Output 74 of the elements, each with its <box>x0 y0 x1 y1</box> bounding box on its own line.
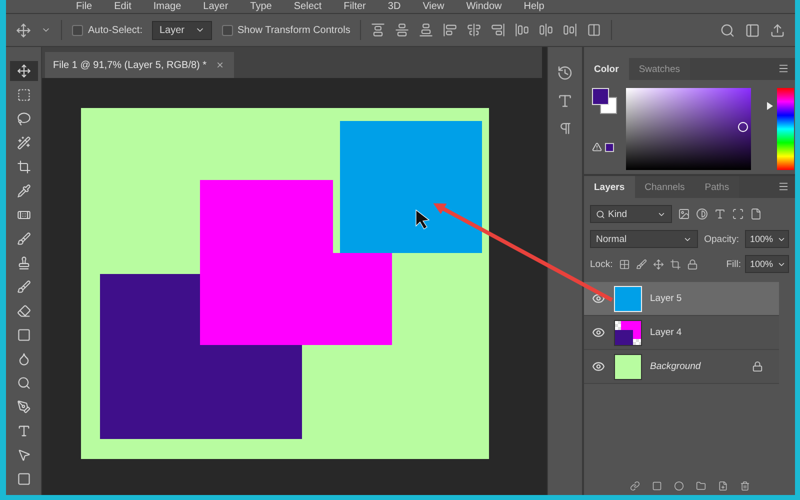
menu-item[interactable]: Window <box>466 1 502 12</box>
menu-item[interactable]: Help <box>524 1 544 12</box>
menu-item[interactable]: 3D <box>388 1 401 12</box>
menu-item[interactable]: Edit <box>114 1 132 12</box>
hue-slider[interactable] <box>767 88 794 170</box>
menu-item[interactable]: View <box>422 1 444 12</box>
align-icon[interactable] <box>587 23 602 37</box>
lock-pixels-icon[interactable] <box>618 258 630 270</box>
adjustment-filter-icon[interactable] <box>696 208 708 220</box>
lock-brush-icon[interactable] <box>636 258 647 270</box>
menu-item[interactable]: Select <box>294 1 322 12</box>
move-icon[interactable] <box>16 22 31 38</box>
layer-name: Layer 4 <box>650 327 683 338</box>
align-icon[interactable] <box>371 23 386 37</box>
panel-tab[interactable]: Layers <box>584 176 635 198</box>
search-icon <box>596 210 605 218</box>
auto-select-checkbox[interactable]: Auto-Select: <box>72 24 142 36</box>
shape-filter-icon[interactable] <box>732 208 744 220</box>
lock-label: Lock: <box>590 258 613 270</box>
target-dropdown[interactable]: Layer <box>152 20 212 40</box>
align-icon[interactable] <box>395 23 410 37</box>
history-icon[interactable] <box>557 65 573 81</box>
share-icon[interactable] <box>770 22 785 38</box>
link-icon[interactable] <box>630 481 640 493</box>
fill-label: Fill: <box>726 258 741 270</box>
lock-position-icon[interactable] <box>652 258 664 270</box>
layer-row[interactable]: Layer 5 <box>584 282 779 316</box>
panel-tab[interactable]: Color <box>584 58 629 80</box>
hue-pointer[interactable] <box>767 102 773 110</box>
color-swatches[interactable] <box>592 88 618 115</box>
paragraph-icon[interactable] <box>558 121 572 136</box>
gamut-swatch[interactable] <box>605 142 614 152</box>
align-icon[interactable] <box>563 23 578 37</box>
character-icon[interactable] <box>557 93 573 109</box>
menu-item[interactable]: Filter <box>344 1 366 12</box>
lock-artboard-icon[interactable] <box>670 258 681 270</box>
workspace-icon[interactable] <box>745 22 760 38</box>
opacity-field[interactable]: 100% <box>744 230 789 248</box>
menu-item[interactable]: Layer <box>203 1 228 12</box>
align-icon[interactable] <box>515 23 530 37</box>
lock-all-icon[interactable] <box>686 258 698 270</box>
layer-name: Background <box>650 361 702 372</box>
align-icon[interactable] <box>419 23 434 37</box>
visibility-icon[interactable] <box>592 326 606 339</box>
trash-icon[interactable] <box>740 481 750 493</box>
menu-item[interactable]: Type <box>250 1 272 12</box>
align-icon[interactable] <box>491 23 506 37</box>
align-icon[interactable] <box>539 23 554 37</box>
filter-dropdown[interactable]: Kind <box>590 205 672 223</box>
transform-controls-checkbox[interactable]: Show Transform Controls <box>222 24 350 36</box>
search-icon[interactable] <box>720 22 735 38</box>
menu-icon[interactable] <box>778 63 789 74</box>
visibility-icon[interactable] <box>592 360 606 373</box>
align-icon[interactable] <box>467 23 482 37</box>
opacity-label: Opacity: <box>704 234 739 244</box>
layer-name: Layer 5 <box>650 293 683 304</box>
visibility-icon[interactable] <box>592 292 606 305</box>
blend-mode-dropdown[interactable]: Normal <box>590 230 698 248</box>
menu-icon[interactable] <box>778 181 789 192</box>
smart-object-filter-icon[interactable] <box>750 208 762 220</box>
warning-icon <box>592 142 602 152</box>
align-icon[interactable] <box>443 23 458 37</box>
fill-field[interactable]: 100% <box>744 255 789 273</box>
menu-item[interactable]: Image <box>153 1 182 12</box>
color-picker-ring[interactable] <box>738 122 748 132</box>
color-field[interactable] <box>626 88 751 170</box>
menu-item[interactable]: File <box>76 1 92 12</box>
new-layer-icon[interactable] <box>718 481 728 493</box>
close-button[interactable]: × <box>216 58 224 72</box>
type-filter-icon[interactable] <box>714 208 726 220</box>
cursor-icon <box>416 209 430 230</box>
image-filter-icon[interactable] <box>678 208 690 220</box>
document-tab[interactable]: File 1 @ 91,7% (Layer 5, RGB/8) * × <box>45 52 234 78</box>
move-icon[interactable] <box>10 61 38 81</box>
